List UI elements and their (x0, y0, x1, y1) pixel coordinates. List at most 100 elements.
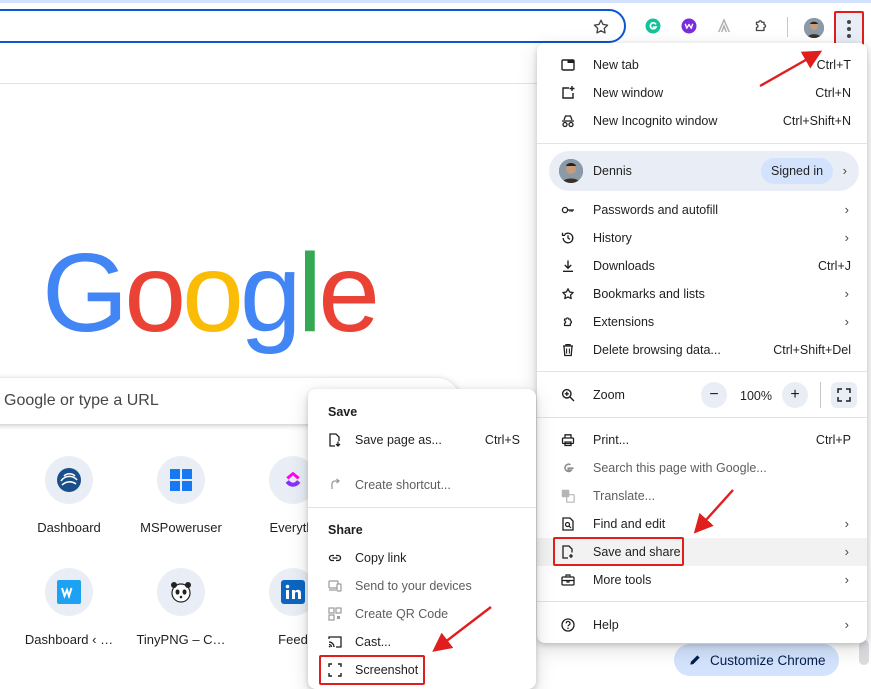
menu-separator (537, 601, 867, 602)
menu-item-translate[interactable]: Translate... (537, 482, 867, 510)
menu-item-send-devices[interactable]: Send to your devices (308, 572, 536, 600)
menu-item-create-shortcut[interactable]: Create shortcut... (308, 471, 536, 499)
new-tab-icon (561, 58, 575, 72)
kebab-menu-icon[interactable] (834, 11, 864, 47)
menu-item-shortcut: Ctrl+Shift+Del (773, 343, 851, 357)
key-icon (561, 203, 575, 217)
chevron-right-icon: › (844, 202, 849, 217)
menu-item-shortcut: Ctrl+J (818, 259, 851, 273)
menu-item-label: Create QR Code (355, 607, 449, 621)
menu-item-bookmarks[interactable]: Bookmarks and lists › (537, 280, 867, 308)
zoom-out-button[interactable]: − (701, 382, 727, 408)
menu-item-label: Search this page with Google... (593, 461, 767, 475)
highlight-save-share (553, 537, 684, 566)
chevron-right-icon: › (844, 286, 849, 301)
menu-item-downloads[interactable]: Downloads Ctrl+J (537, 252, 867, 280)
extension-a-icon[interactable] (711, 13, 737, 39)
menu-item-incognito[interactable]: New Incognito window Ctrl+Shift+N (537, 107, 867, 135)
address-bar[interactable] (0, 9, 626, 43)
translate-icon (561, 489, 575, 503)
puzzle-icon[interactable] (748, 13, 774, 39)
logo-letter: g (239, 231, 302, 355)
menu-item-label: Send to your devices (355, 579, 472, 593)
star-icon[interactable] (588, 14, 614, 40)
shortcut-tile[interactable]: MSPoweruser (125, 456, 237, 556)
history-icon (561, 231, 575, 245)
logo-letter: o (124, 231, 186, 355)
shortcut-label: MSPoweruser (140, 520, 222, 535)
zoom-in-button[interactable]: + (782, 382, 808, 408)
customize-chrome-button[interactable]: Customize Chrome (674, 644, 839, 676)
toolbar (0, 3, 871, 47)
menu-item-label: New window (593, 86, 664, 100)
menu-item-find-edit[interactable]: Find and edit › (537, 510, 867, 538)
shortcut-label: TinyPNG – C… (136, 632, 226, 647)
grammarly-icon[interactable] (640, 13, 666, 39)
save-page-icon (328, 433, 342, 447)
menu-separator (537, 143, 867, 144)
extension-purple-icon[interactable] (676, 13, 702, 39)
toolbar-divider (0, 83, 540, 84)
menu-item-help[interactable]: Help › (537, 611, 867, 639)
pencil-icon (690, 655, 700, 665)
menu-item-shortcut: Ctrl+P (815, 433, 851, 447)
menu-item-label: Copy link (355, 551, 407, 565)
toolbar-separator (787, 17, 788, 37)
menu-item-search-google[interactable]: Search this page with Google... (537, 454, 867, 482)
browser-window: Google Google or type a URL Dashboard MS… (0, 0, 871, 689)
avatar[interactable] (804, 18, 824, 38)
panda-icon (157, 568, 205, 616)
windows-icon (157, 456, 205, 504)
menu-item-delete-data[interactable]: Delete browsing data... Ctrl+Shift+Del (537, 336, 867, 364)
zoom-level: 100% (740, 389, 772, 403)
menu-item-save-page[interactable]: Save page as... Ctrl+S (308, 426, 536, 454)
devices-icon (328, 579, 342, 593)
menu-item-label: Create shortcut... (355, 478, 451, 492)
logo-letter: G (42, 231, 128, 355)
chevron-right-icon: › (844, 572, 849, 587)
save-share-submenu: Save Save page as... Ctrl+S Create short… (308, 389, 536, 689)
menu-item-more-tools[interactable]: More tools › (537, 566, 867, 594)
submenu-header-save: Save (328, 405, 358, 419)
menu-item-copy-link[interactable]: Copy link (308, 544, 536, 572)
menu-separator (537, 371, 867, 372)
menu-separator (537, 417, 867, 418)
menu-item-label: Find and edit (593, 517, 666, 531)
download-icon (561, 259, 575, 273)
menu-item-label: Downloads (593, 259, 655, 273)
shortcut-icon (328, 478, 342, 492)
submenu-header-share: Share (328, 523, 363, 537)
menu-item-shortcut: Ctrl+N (815, 86, 851, 100)
menu-item-shortcut: Ctrl+Shift+N (782, 114, 851, 128)
menu-item-cast[interactable]: Cast... (308, 628, 536, 656)
puzzle-icon (561, 315, 575, 329)
chevron-right-icon: › (844, 544, 849, 559)
shortcut-tile[interactable]: Dashboard (13, 456, 125, 556)
menu-item-new-window[interactable]: New window Ctrl+N (537, 79, 867, 107)
zoom-separator (820, 382, 821, 408)
menu-item-extensions[interactable]: Extensions › (537, 308, 867, 336)
chevron-right-icon: › (844, 516, 849, 531)
menu-item-print[interactable]: Print... Ctrl+P (537, 426, 867, 454)
incognito-icon (561, 114, 575, 128)
menu-item-qr-code[interactable]: Create QR Code (308, 600, 536, 628)
new-window-icon (561, 86, 575, 100)
menu-item-label: New tab (593, 58, 639, 72)
logo-letter: o (182, 231, 244, 355)
menu-item-label: Passwords and autofill (593, 203, 719, 217)
menu-item-history[interactable]: History › (537, 224, 867, 252)
shortcut-tile[interactable]: TinyPNG – C… (125, 568, 237, 668)
profile-name: Dennis (593, 164, 632, 178)
qr-icon (328, 607, 342, 621)
menu-item-label: Cast... (355, 635, 392, 649)
chevron-right-icon: › (844, 314, 849, 329)
customize-label: Customize Chrome (710, 652, 826, 668)
menu-item-label: Save page as... (355, 433, 442, 447)
shortcut-tile[interactable]: Dashboard ‹ … (13, 568, 125, 668)
menu-item-new-tab[interactable]: New tab Ctrl+T (537, 51, 867, 79)
scrollbar[interactable] (859, 640, 869, 665)
profile-row[interactable]: Dennis Signed in › (549, 151, 859, 191)
menu-item-passwords[interactable]: Passwords and autofill › (537, 196, 867, 224)
zoom-icon (561, 388, 575, 402)
fullscreen-button[interactable] (831, 382, 857, 408)
